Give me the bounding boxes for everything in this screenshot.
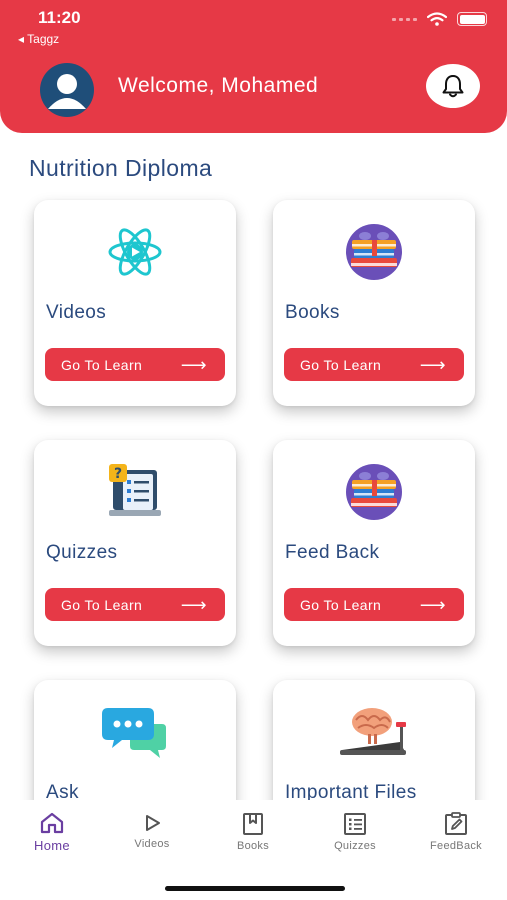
home-indicator[interactable] — [165, 886, 345, 891]
signal-icon — [392, 17, 417, 21]
notifications-button[interactable] — [426, 64, 480, 108]
user-silhouette-icon — [48, 74, 86, 109]
button-label: Go To Learn — [300, 356, 382, 373]
nav-quizzes[interactable]: Quizzes — [310, 812, 400, 852]
edit-clipboard-icon — [445, 812, 467, 835]
go-to-learn-button[interactable]: Go To Learn ⟶ — [45, 348, 225, 381]
home-icon — [40, 812, 64, 834]
wifi-icon — [427, 12, 447, 26]
nav-videos[interactable]: Videos — [107, 812, 197, 850]
card-videos[interactable]: Videos Go To Learn ⟶ — [34, 200, 236, 406]
course-title: Nutrition Diploma — [29, 155, 213, 181]
atom-play-icon — [108, 228, 162, 276]
arrow-right-icon: ⟶ — [419, 594, 446, 615]
list-icon — [344, 813, 366, 835]
books-stack-icon — [346, 224, 402, 280]
go-to-learn-button[interactable]: Go To Learn ⟶ — [284, 588, 464, 621]
chat-bubbles-icon — [102, 708, 166, 758]
card-feedback[interactable]: Feed Back Go To Learn ⟶ — [273, 440, 475, 646]
back-to-app-link[interactable]: ◂ Taggz — [18, 32, 59, 46]
status-time: 11:20 — [38, 8, 81, 27]
button-label: Go To Learn — [61, 596, 143, 613]
nav-feedback[interactable]: FeedBack — [411, 812, 501, 852]
bell-icon — [442, 75, 464, 98]
arrow-right-icon: ⟶ — [180, 354, 207, 375]
button-label: Go To Learn — [300, 596, 382, 613]
welcome-text: Welcome, Mohamed — [118, 74, 319, 97]
nav-label: Books — [236, 840, 270, 852]
app-header: 11:20 ◂ Taggz Welcome, Mohamed — [0, 0, 507, 133]
card-books[interactable]: Books Go To Learn ⟶ — [273, 200, 475, 406]
nav-label: Home — [34, 838, 70, 853]
nav-home[interactable]: Home — [7, 812, 97, 853]
nav-label: FeedBack — [430, 840, 482, 852]
nav-books[interactable]: Books — [208, 812, 298, 852]
bottom-navigation: Home Videos Books Quizzes FeedBack — [0, 800, 507, 900]
battery-icon — [457, 12, 487, 26]
arrow-right-icon: ⟶ — [419, 354, 446, 375]
card-quizzes[interactable]: ? Quizzes Go To Learn ⟶ — [34, 440, 236, 646]
nav-label: Videos — [134, 838, 170, 850]
brain-treadmill-icon — [340, 708, 406, 755]
card-title: Quizzes — [46, 542, 118, 563]
quiz-checklist-icon: ? — [109, 464, 161, 516]
play-icon — [146, 815, 160, 831]
go-to-learn-button[interactable]: Go To Learn ⟶ — [284, 348, 464, 381]
arrow-right-icon: ⟶ — [180, 594, 207, 615]
books-stack-icon — [346, 464, 402, 520]
status-icons — [392, 12, 487, 26]
nav-label: Quizzes — [334, 840, 376, 852]
user-avatar[interactable] — [40, 63, 94, 117]
svg-text:?: ? — [114, 466, 122, 482]
go-to-learn-button[interactable]: Go To Learn ⟶ — [45, 588, 225, 621]
button-label: Go To Learn — [61, 356, 143, 373]
card-title: Books — [285, 302, 340, 323]
book-icon — [243, 813, 263, 835]
card-title: Videos — [46, 302, 107, 323]
card-title: Feed Back — [285, 542, 380, 563]
